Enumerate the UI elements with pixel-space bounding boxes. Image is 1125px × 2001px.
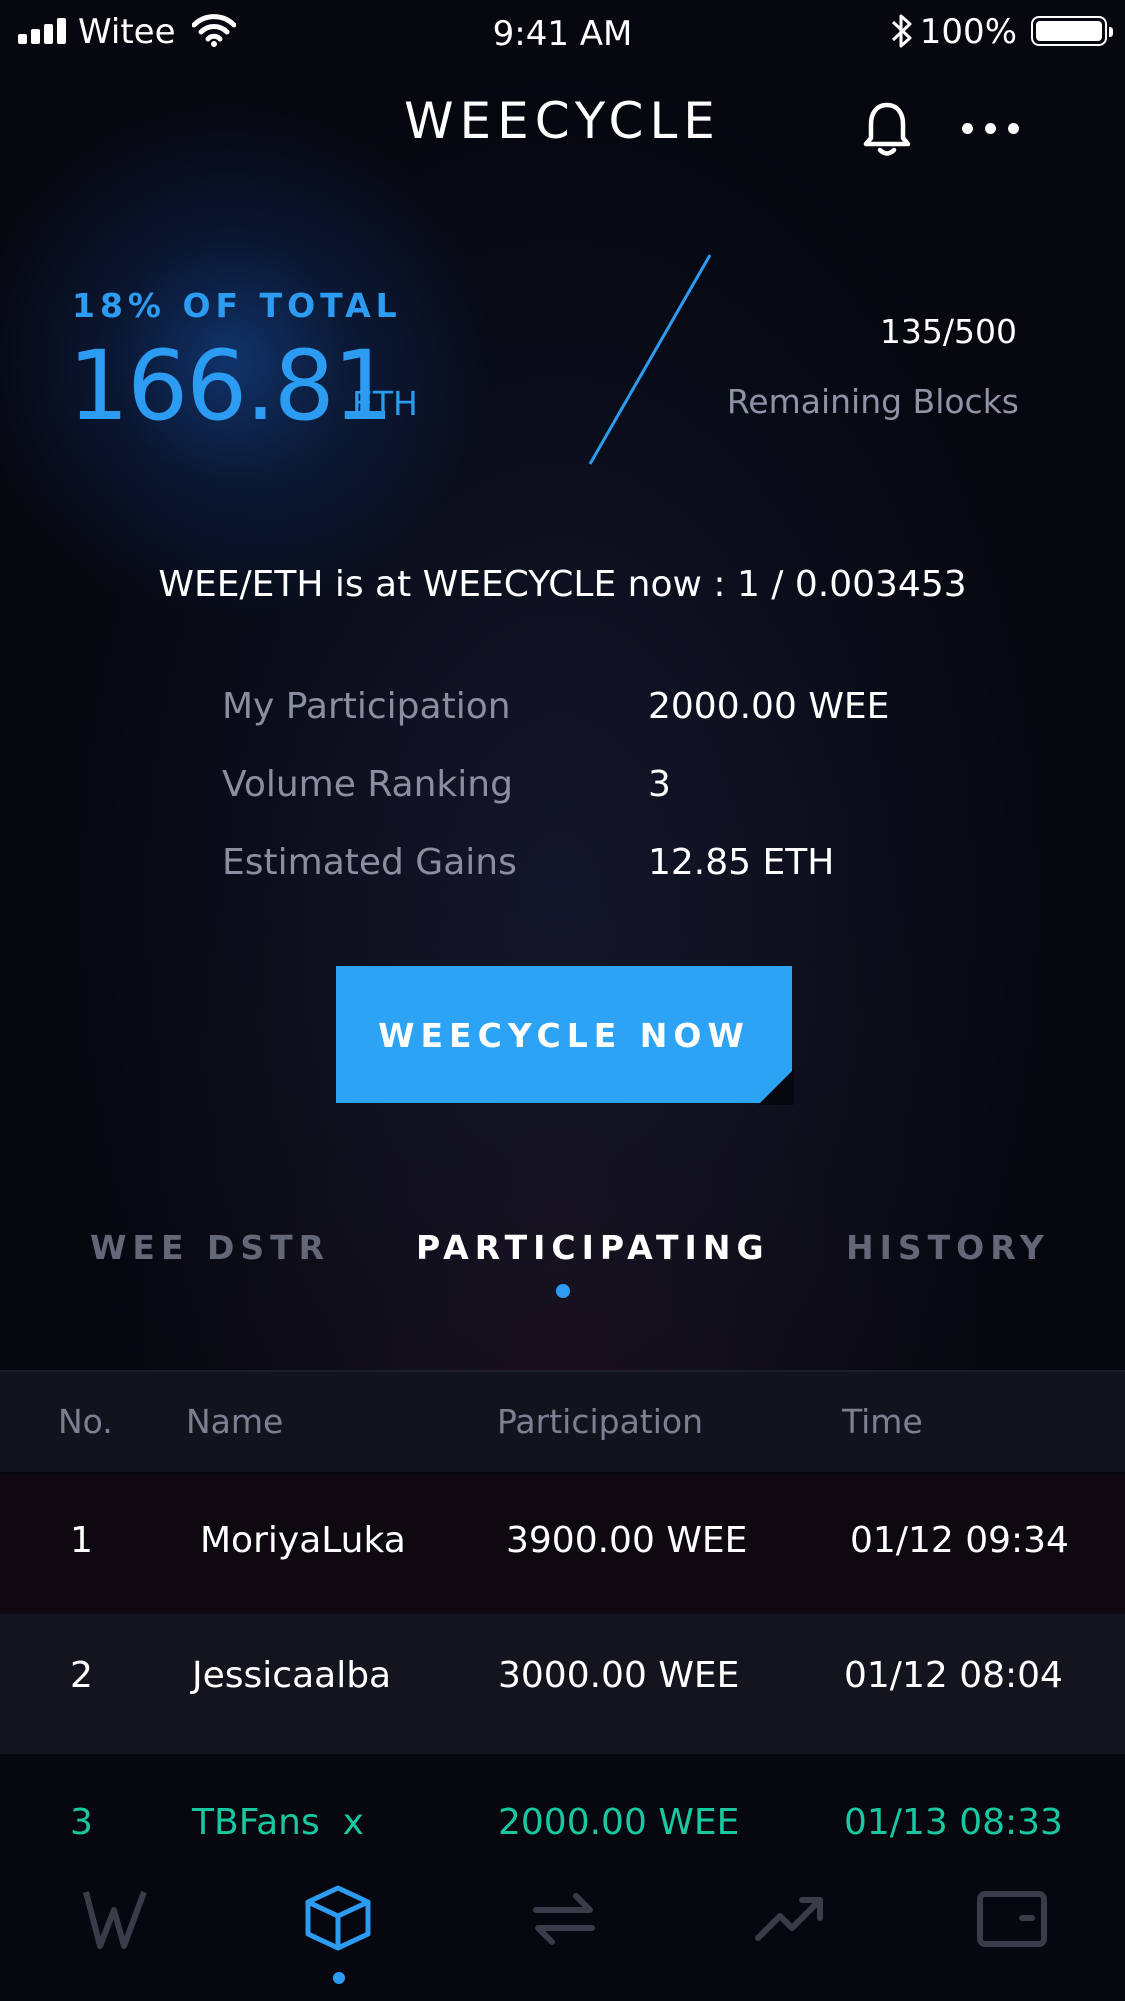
info-row-ranking: Volume Ranking 3 <box>222 764 922 824</box>
bluetooth-icon <box>891 14 912 48</box>
row-time: 01/12 09:34 <box>850 1520 1069 1561</box>
battery-percent: 100% <box>919 12 1017 52</box>
eth-amount: 166.81 <box>68 330 394 442</box>
info-label: Estimated Gains <box>222 842 517 883</box>
share-of-total-label: 18% OF TOTAL <box>72 286 402 325</box>
column-header-time: Time <box>842 1402 923 1441</box>
active-tab-indicator <box>556 1284 570 1298</box>
info-row-gains: Estimated Gains 12.85 ETH <box>222 842 922 902</box>
row-time: 01/12 08:04 <box>844 1655 1063 1696</box>
tab-history[interactable]: HISTORY <box>846 1228 1050 1267</box>
info-row-participation: My Participation 2000.00 WEE <box>222 686 922 746</box>
row-participation: 2000.00 WEE <box>498 1802 740 1843</box>
row-name: TBFans x <box>192 1802 364 1843</box>
bell-icon[interactable] <box>862 100 912 158</box>
row-name: Jessicaalba <box>192 1655 392 1696</box>
info-value: 12.85 ETH <box>648 842 835 883</box>
cube-icon[interactable] <box>302 1884 374 1952</box>
tab-participating[interactable]: PARTICIPATING <box>416 1228 770 1267</box>
active-nav-indicator <box>333 1972 345 1984</box>
remaining-blocks-count: 135/500 <box>879 312 1017 351</box>
row-no: 2 <box>70 1655 93 1696</box>
tab-wee-dstr[interactable]: WEE DSTR <box>90 1228 330 1267</box>
remaining-blocks-label: Remaining Blocks <box>726 382 1019 421</box>
info-label: Volume Ranking <box>222 764 513 805</box>
row-name: MoriyaLuka <box>200 1520 406 1561</box>
divider-slash <box>588 254 712 465</box>
row-participation: 3900.00 WEE <box>506 1520 748 1561</box>
weecycle-now-label[interactable]: WEECYCLE NOW <box>336 1016 792 1055</box>
wallet-icon[interactable] <box>976 1884 1048 1952</box>
battery-icon <box>1031 16 1113 46</box>
exchange-rate-text: WEE/ETH is at WEECYCLE now : 1 / 0.00345… <box>158 564 967 605</box>
row-participation: 3000.00 WEE <box>498 1655 740 1696</box>
column-header-no: No. <box>58 1402 113 1441</box>
weecycle-logo-icon[interactable] <box>80 1884 152 1952</box>
info-label: My Participation <box>222 686 511 727</box>
info-value: 3 <box>648 764 671 805</box>
column-header-participation: Participation <box>497 1402 704 1441</box>
column-header-name: Name <box>186 1402 284 1441</box>
more-options-icon[interactable] <box>962 110 1028 146</box>
eth-unit: ETH <box>352 384 418 423</box>
swap-arrows-icon[interactable] <box>528 1884 600 1952</box>
row-time: 01/13 08:33 <box>844 1802 1063 1843</box>
info-value: 2000.00 WEE <box>648 686 890 727</box>
status-bar: Witee 9:41 AM 100% <box>0 0 1125 66</box>
row-no: 3 <box>70 1802 93 1843</box>
app-title: WEECYCLE <box>404 92 721 150</box>
row-no: 1 <box>70 1520 93 1561</box>
trend-up-icon[interactable] <box>754 1884 826 1952</box>
